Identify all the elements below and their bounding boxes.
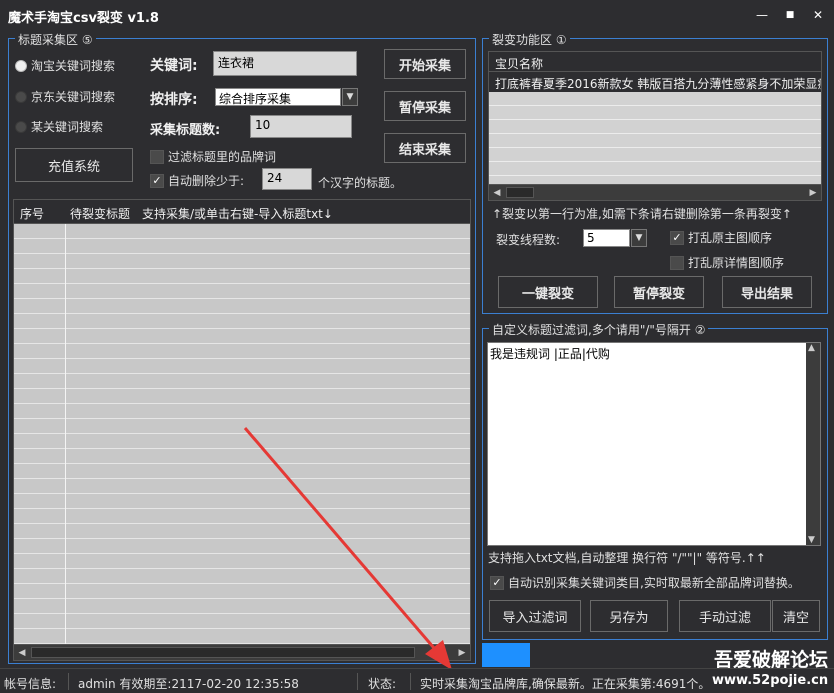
clear-button[interactable]: 清空 [772,600,820,632]
save-as-button[interactable]: 另存为 [590,600,668,632]
one-click-fission-button[interactable]: 一键裂变 [498,276,598,308]
scroll-down-icon[interactable]: ▼ [808,535,815,545]
shuffle-main-label: 打乱原主图顺序 [688,231,773,245]
scroll-right-icon[interactable]: ▶ [805,185,821,201]
chevron-down-icon[interactable]: ▼ [631,229,647,247]
status-divider [357,673,358,690]
filter-hint: 支持拖入txt文档,自动整理 换行符 "/""|" 等符号.↑↑ [488,551,766,565]
account-value: admin 有效期至:2117-02-20 12:35:58 [78,677,299,691]
status-divider [68,673,69,690]
status-bar: 帐号信息: admin 有效期至:2117-02-20 12:35:58 状态:… [0,668,834,693]
progress-fill [482,643,531,667]
fission-list-row[interactable]: 打底裤春夏季2016新款女 韩版百搭九分薄性感紧身不加荣显瘦 [489,72,821,92]
scroll-left-icon[interactable]: ◀ [489,185,505,201]
shuffle-detail-checkbox[interactable]: 打乱原详情图顺序 [670,254,784,271]
checkbox-empty-icon [670,255,684,270]
vertical-scrollbar[interactable]: ▲ ▼ [806,343,820,545]
check-icon: ✓ [670,230,684,245]
fission-group-title: 裂变功能区 ① [489,31,570,48]
threads-select[interactable]: 5 [583,229,630,247]
export-result-button[interactable]: 导出结果 [722,276,812,308]
fission-list-empty-rows [489,92,821,184]
state-label: 状态: [368,677,397,691]
fission-list[interactable]: 宝贝名称 打底裤春夏季2016新款女 韩版百搭九分薄性感紧身不加荣显瘦 ◀ ▶ [488,51,822,201]
fission-horizontal-scrollbar[interactable]: ◀ ▶ [489,184,821,200]
scroll-up-icon[interactable]: ▲ [808,343,815,353]
import-filter-button[interactable]: 导入过滤词 [489,600,581,632]
auto-identify-checkbox[interactable]: ✓ 自动识别采集关键词类目,实时取最新全部品牌词替换。 [490,574,800,591]
manual-filter-button[interactable]: 手动过滤 [679,600,771,632]
account-label: 帐号信息: [4,677,57,691]
scrollbar-thumb[interactable] [506,187,534,198]
check-icon: ✓ [490,575,504,590]
filter-group-title: 自定义标题过滤词,多个请用"/"号隔开 ② [489,321,709,338]
shuffle-detail-label: 打乱原详情图顺序 [688,256,785,270]
auto-identify-label: 自动识别采集关键词类目,实时取最新全部品牌词替换。 [508,576,800,590]
filter-text: 我是违规词 |正品|代购 [490,347,610,361]
threads-label: 裂变线程数: [496,233,561,247]
fission-list-header: 宝贝名称 [489,52,821,72]
state-value: 实时采集淘宝品牌库,确保最新。正在采集第:4691个。 [420,677,711,691]
pause-fission-button[interactable]: 暂停裂变 [614,276,704,308]
fission-row-text: 打底裤春夏季2016新款女 韩版百搭九分薄性感紧身不加荣显瘦 [495,77,821,91]
fission-list-header-label: 宝贝名称 [495,57,544,71]
fission-hint: ↑裂变以第一行为准,如需下条请右键删除第一条再裂变↑ [492,207,792,221]
status-divider [410,673,411,690]
watermark-url: www.52pojie.cn [712,673,829,688]
shuffle-main-checkbox[interactable]: ✓ 打乱原主图顺序 [670,229,772,246]
filter-textarea[interactable]: 我是违规词 |正品|代购 ▲ ▼ [487,342,821,546]
arrow-line [243,427,442,656]
